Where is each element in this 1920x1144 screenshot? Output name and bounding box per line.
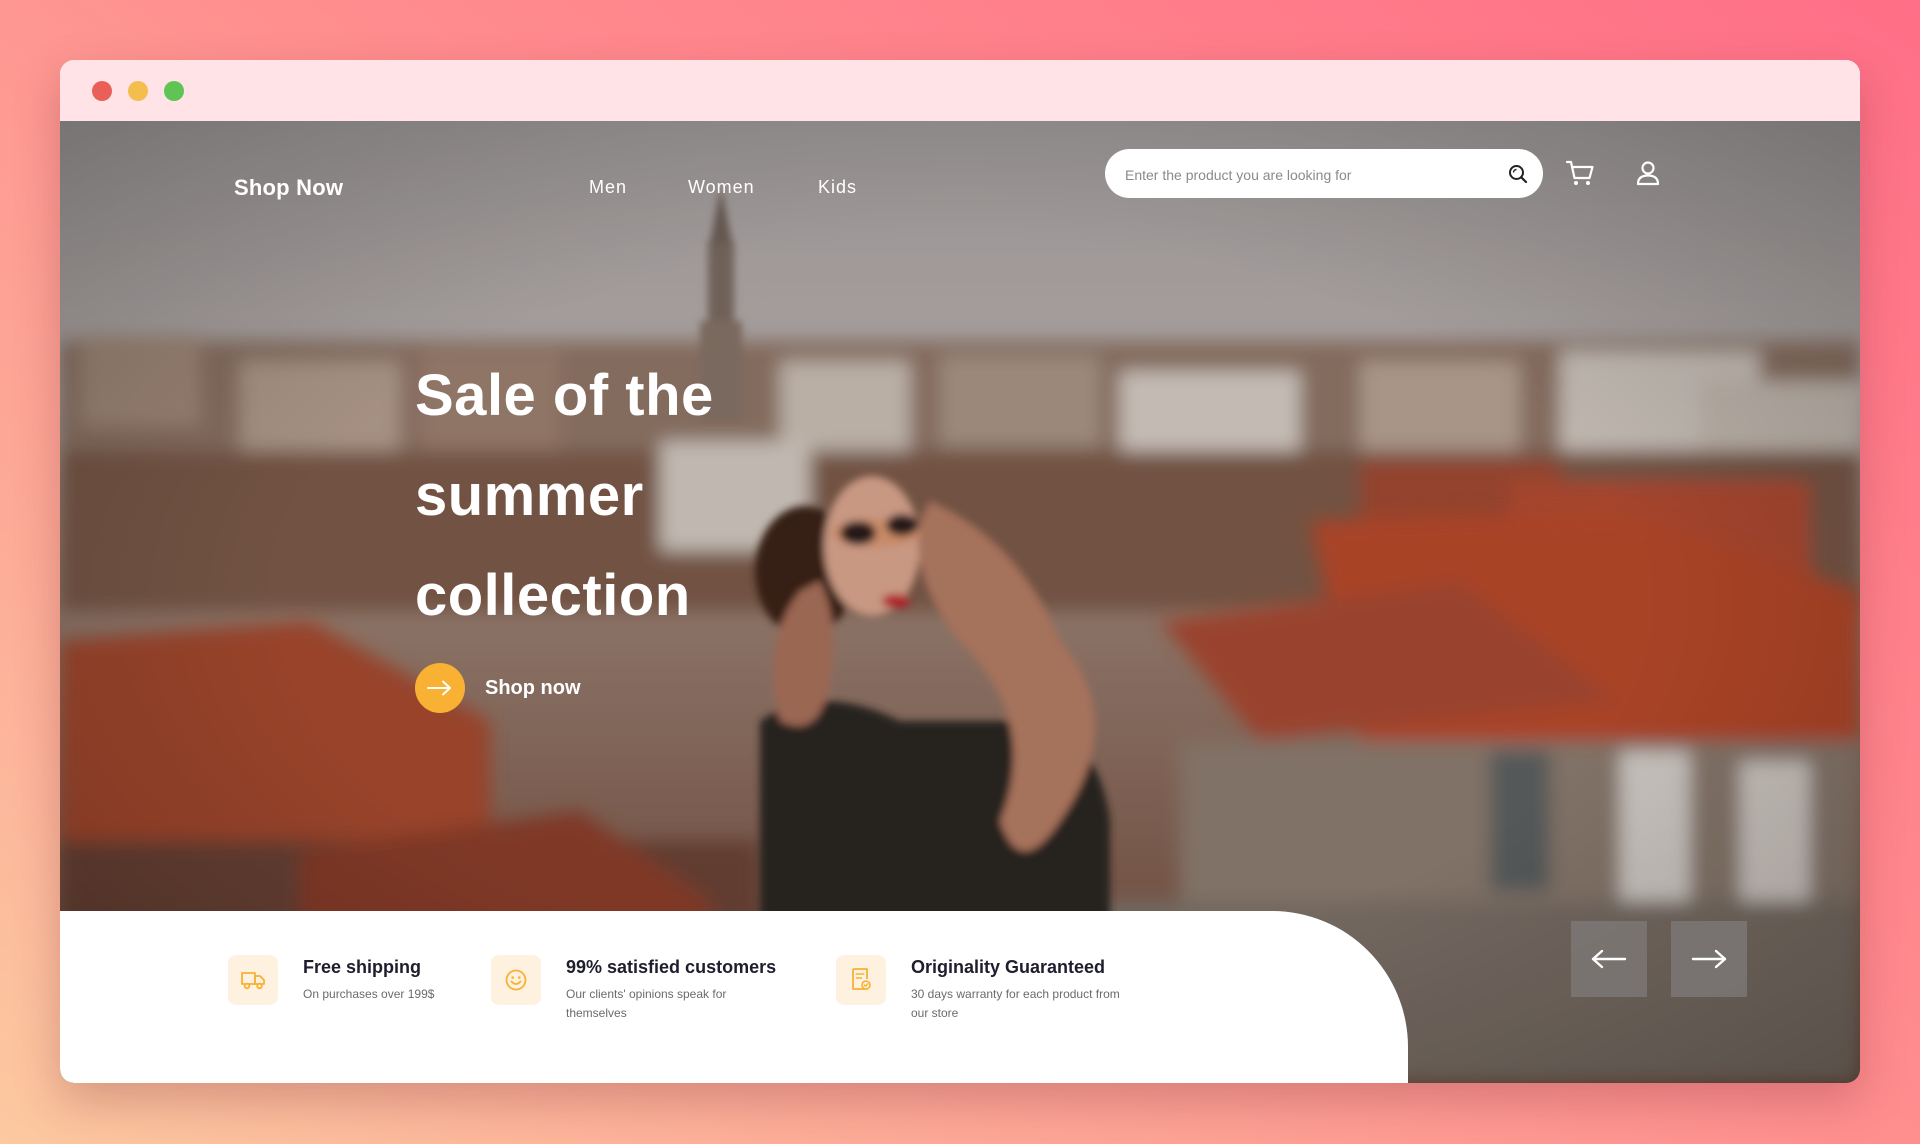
minimize-window-button[interactable] xyxy=(128,81,148,101)
hero-section: Shop Now Men Women Kids Sale of the summ… xyxy=(60,121,1860,1083)
features-strip: Free shipping On purchases over 199$ 99%… xyxy=(60,911,1408,1083)
slider-next-button[interactable] xyxy=(1671,921,1747,997)
hero-headline-line: collection xyxy=(415,563,691,628)
search-icon[interactable] xyxy=(1507,163,1529,185)
feature-icon-box xyxy=(836,955,886,1005)
feature-icon-box xyxy=(491,955,541,1005)
shop-now-button[interactable]: Shop now xyxy=(415,663,581,713)
smiley-icon xyxy=(505,969,527,991)
feature-description: Our clients' opinions speak for themselv… xyxy=(566,987,727,1020)
user-icon[interactable] xyxy=(1633,158,1663,188)
feature-description: 30 days warranty for each product from o… xyxy=(911,987,1120,1020)
search-input[interactable] xyxy=(1123,149,1497,200)
truck-icon xyxy=(241,972,265,990)
arrow-left-icon xyxy=(1591,949,1627,969)
hero-headline-line: Sale of the xyxy=(415,363,714,428)
hero-headline: Sale of the summer collection xyxy=(415,346,714,646)
arrow-right-icon xyxy=(427,680,451,696)
nav-link-kids[interactable]: Kids xyxy=(818,177,857,198)
maximize-window-button[interactable] xyxy=(164,81,184,101)
arrow-right-icon xyxy=(1691,949,1727,969)
shop-now-label[interactable]: Shop now xyxy=(485,677,581,700)
browser-window: Shop Now Men Women Kids Sale of the summ… xyxy=(60,60,1860,1083)
close-window-button[interactable] xyxy=(92,81,112,101)
feature-icon-box xyxy=(228,955,278,1005)
search-bar xyxy=(1105,149,1543,200)
nav-link-men[interactable]: Men xyxy=(589,177,627,198)
feature-description: On purchases over 199$ xyxy=(303,987,435,1001)
slider-prev-button[interactable] xyxy=(1571,921,1647,997)
hero-headline-line: summer xyxy=(415,463,644,528)
feature-title: Free shipping xyxy=(303,957,422,977)
cart-icon[interactable] xyxy=(1565,158,1595,188)
cta-circle[interactable] xyxy=(415,663,465,713)
feature-title: Originality Guaranteed xyxy=(911,957,1106,977)
nav-link-women[interactable]: Women xyxy=(688,177,755,198)
window-titlebar xyxy=(60,60,1860,121)
site-logo[interactable]: Shop Now xyxy=(234,175,343,201)
feature-title: 99% satisfied customers xyxy=(566,957,777,977)
certificate-icon xyxy=(852,968,871,990)
